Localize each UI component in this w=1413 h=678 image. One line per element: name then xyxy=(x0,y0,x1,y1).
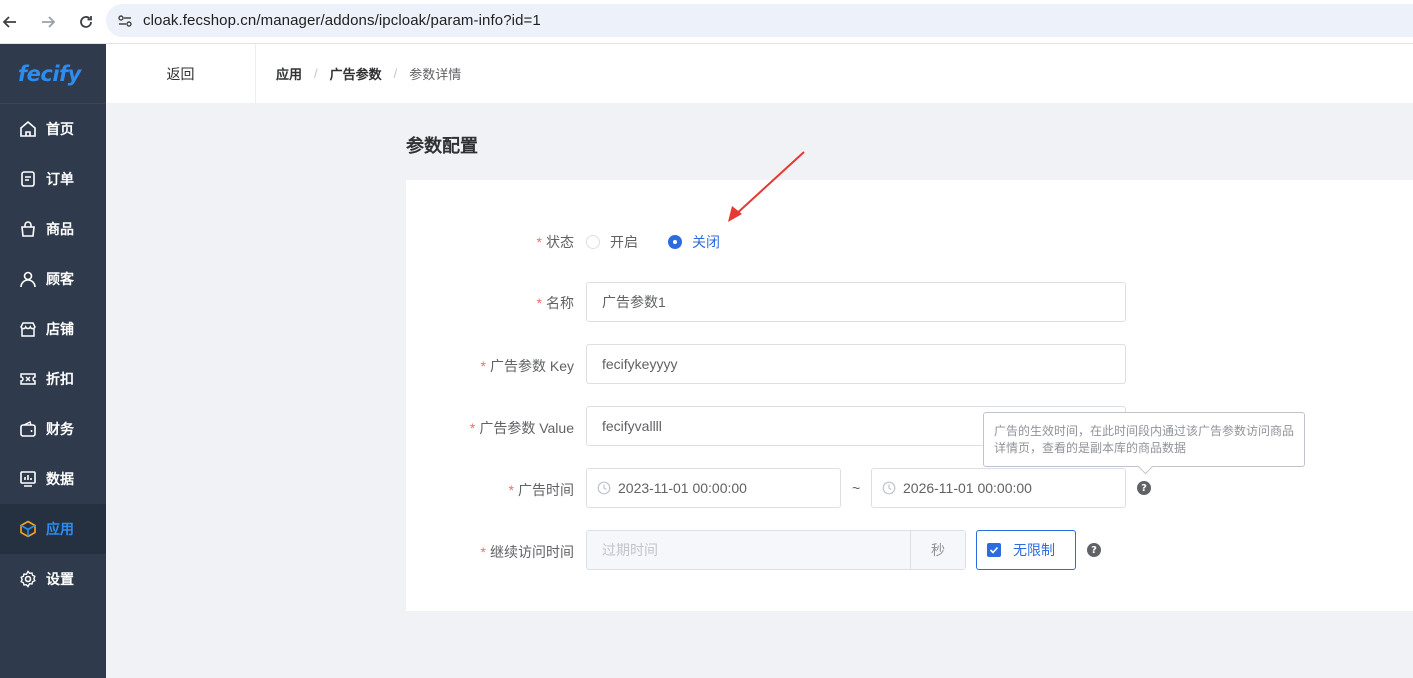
sidebar-item-label: 首页 xyxy=(46,121,74,137)
sidebar-item-label: 店铺 xyxy=(46,321,74,337)
ticket-icon xyxy=(18,369,38,389)
sidebar: fecify 首页 订单 商品 顾客 店铺 折扣 财务 数据 应用 设置 xyxy=(0,44,106,678)
value-label: * 广告参数 Value xyxy=(469,420,574,436)
sidebar-item-finance[interactable]: 财务 xyxy=(0,404,106,454)
sidebar-item-label: 应用 xyxy=(46,521,74,537)
back-arrow-icon[interactable] xyxy=(0,4,28,40)
key-input[interactable]: fecifykeyyyy xyxy=(586,344,1126,384)
name-input[interactable]: 广告参数1 xyxy=(586,282,1126,322)
bag-icon xyxy=(18,219,38,239)
page-title: 参数配置 xyxy=(406,136,478,156)
url-text[interactable]: cloak.fecshop.cn/manager/addons/ipcloak/… xyxy=(143,12,541,29)
time-label: * 广告时间 xyxy=(508,482,574,498)
sidebar-item-label: 顾客 xyxy=(46,271,74,287)
clock-icon xyxy=(597,481,611,495)
breadcrumb-separator: / xyxy=(393,66,398,81)
sidebar-item-settings[interactable]: 设置 xyxy=(0,554,106,604)
status-radio-on[interactable]: 开启 xyxy=(586,232,638,252)
breadcrumb-item-ad-params[interactable]: 广告参数 xyxy=(330,64,382,83)
logo[interactable]: fecify xyxy=(0,44,106,104)
back-button[interactable]: 返回 xyxy=(106,44,256,103)
chart-icon xyxy=(18,469,38,489)
sidebar-item-label: 数据 xyxy=(46,471,74,487)
store-icon xyxy=(18,319,38,339)
site-settings-icon[interactable] xyxy=(110,6,140,36)
page-header: 返回 应用 / 广告参数 / 参数详情 xyxy=(106,44,1413,103)
sidebar-item-label: 订单 xyxy=(46,171,74,187)
status-radio-group: 开启 关闭 xyxy=(586,232,750,252)
reload-icon[interactable] xyxy=(68,4,104,40)
clock-icon xyxy=(882,481,896,495)
start-date-input[interactable]: 2023-11-01 00:00:00 xyxy=(586,468,841,508)
end-date-input[interactable]: 2026-11-01 00:00:00 xyxy=(871,468,1126,508)
sidebar-item-apps[interactable]: 应用 xyxy=(0,504,106,554)
breadcrumb: 应用 / 广告参数 / 参数详情 xyxy=(276,64,461,83)
revisit-label: * 继续访问时间 xyxy=(480,544,574,560)
status-label: * 状态 xyxy=(536,234,574,250)
logo-text: fecify xyxy=(18,61,81,86)
help-icon[interactable]: ? xyxy=(1087,543,1101,557)
sidebar-item-home[interactable]: 首页 xyxy=(0,104,106,154)
wallet-icon xyxy=(18,419,38,439)
sidebar-item-data[interactable]: 数据 xyxy=(0,454,106,504)
status-radio-off[interactable]: 关闭 xyxy=(668,232,720,252)
order-icon xyxy=(18,169,38,189)
sidebar-item-label: 商品 xyxy=(46,221,74,237)
seconds-unit: 秒 xyxy=(910,531,965,569)
sidebar-item-label: 折扣 xyxy=(46,371,74,387)
radio-dot-checked[interactable] xyxy=(668,235,682,249)
annotation-arrow-icon xyxy=(728,151,805,222)
sidebar-item-discounts[interactable]: 折扣 xyxy=(0,354,106,404)
browser-toolbar: cloak.fecshop.cn/manager/addons/ipcloak/… xyxy=(0,0,1413,44)
sidebar-item-customers[interactable]: 顾客 xyxy=(0,254,106,304)
user-icon xyxy=(18,269,38,289)
breadcrumb-item-apps[interactable]: 应用 xyxy=(276,64,302,83)
key-label: * 广告参数 Key xyxy=(480,358,574,374)
cube-icon xyxy=(18,519,38,539)
name-label: * 名称 xyxy=(536,295,574,311)
help-icon[interactable]: ? xyxy=(1137,481,1151,495)
expire-time-input[interactable]: 过期时间 秒 xyxy=(586,530,966,570)
help-tooltip: 广告的生效时间，在此时间段内通过该广告参数访问商品详情页，查看的是副本库的商品数… xyxy=(983,412,1305,467)
sidebar-item-store[interactable]: 店铺 xyxy=(0,304,106,354)
home-icon xyxy=(18,119,38,139)
address-bar[interactable]: cloak.fecshop.cn/manager/addons/ipcloak/… xyxy=(106,4,1413,37)
gear-icon xyxy=(18,569,38,589)
sidebar-item-label: 设置 xyxy=(46,571,74,587)
breadcrumb-separator: / xyxy=(314,66,318,81)
sidebar-item-orders[interactable]: 订单 xyxy=(0,154,106,204)
radio-dot[interactable] xyxy=(586,235,600,249)
breadcrumb-item-current: 参数详情 xyxy=(409,67,462,82)
checkbox-checked-icon[interactable] xyxy=(987,543,1001,557)
forward-arrow-icon[interactable] xyxy=(30,4,66,40)
date-range-separator: ~ xyxy=(852,480,861,496)
sidebar-item-label: 财务 xyxy=(46,421,74,437)
sidebar-item-products[interactable]: 商品 xyxy=(0,204,106,254)
unlimited-checkbox[interactable]: 无限制 xyxy=(976,530,1076,570)
